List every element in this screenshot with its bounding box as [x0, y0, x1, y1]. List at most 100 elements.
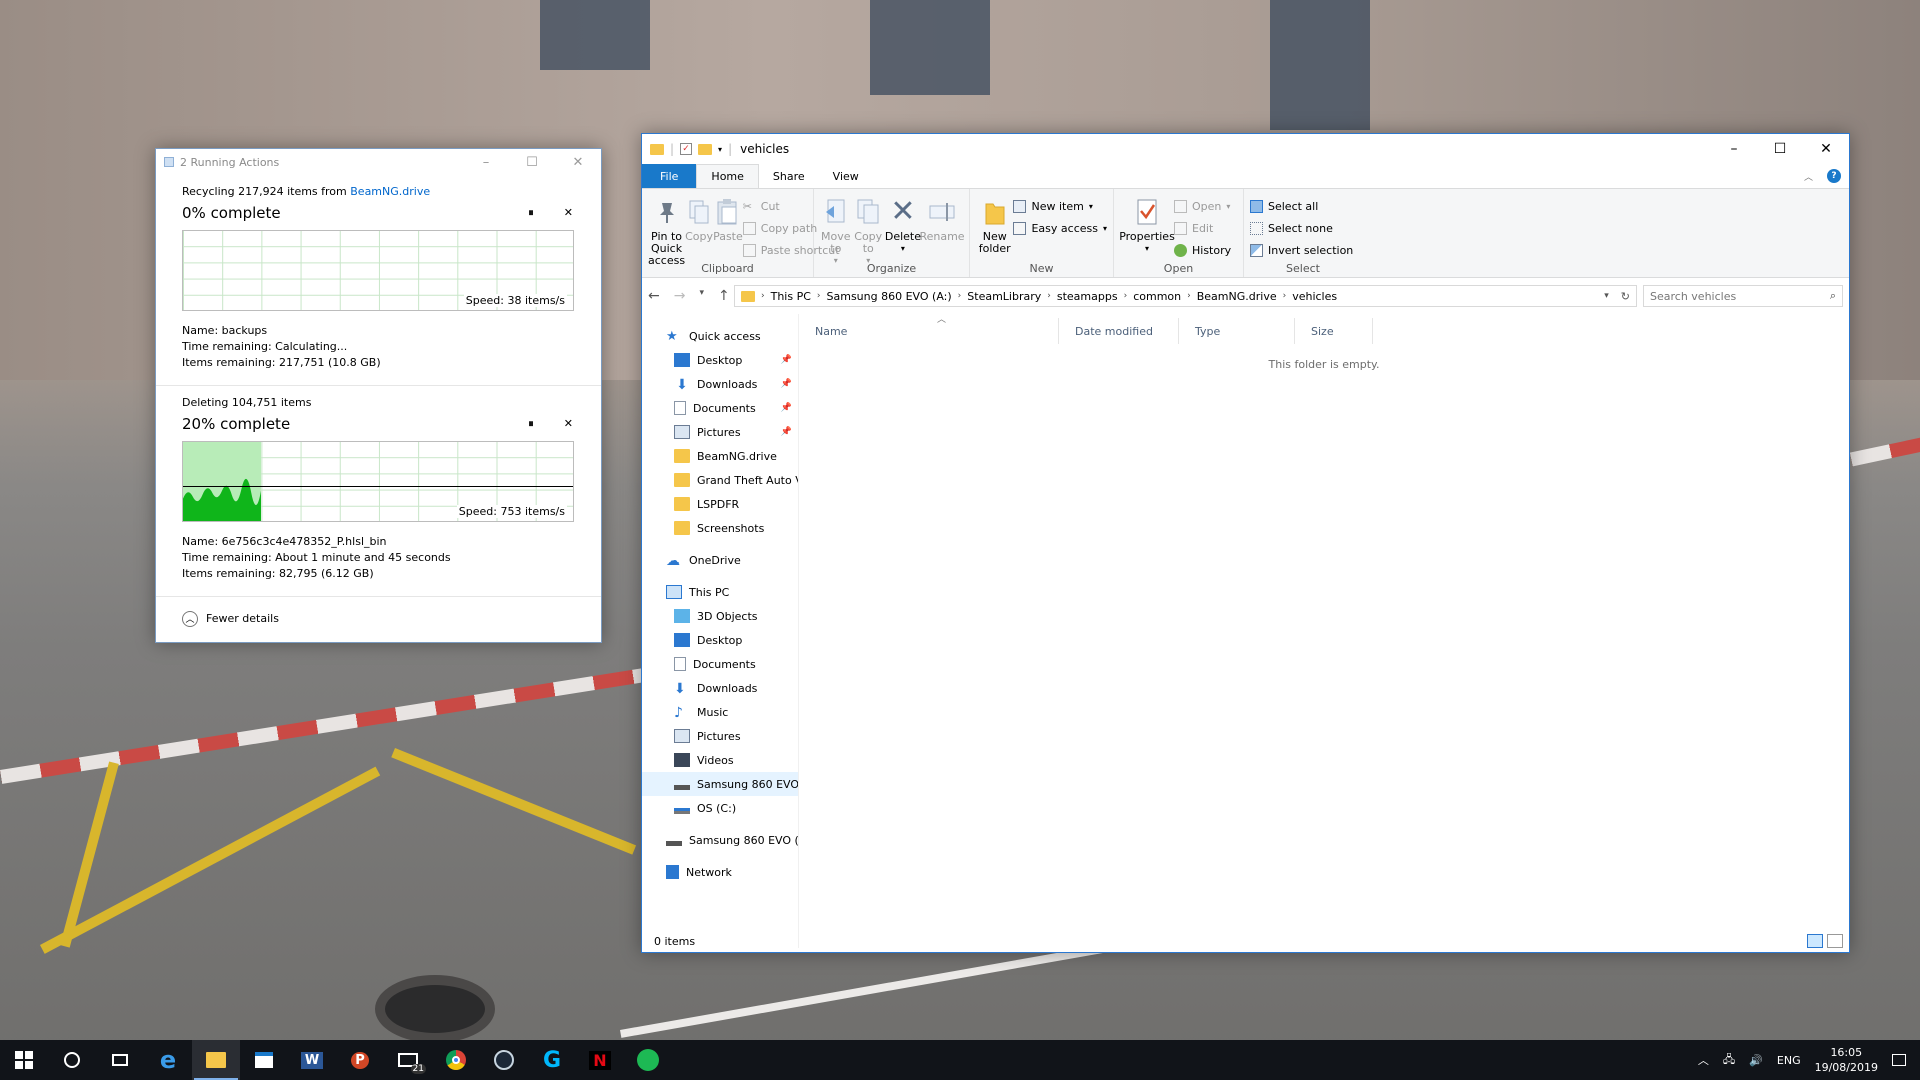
- tab-file[interactable]: File: [642, 164, 697, 188]
- close-button[interactable]: ✕: [1803, 141, 1849, 157]
- column-date-modified[interactable]: Date modified: [1059, 318, 1179, 344]
- chrome-icon[interactable]: [432, 1040, 480, 1080]
- breadcrumb-item[interactable]: SteamLibrary: [967, 290, 1041, 303]
- nav-qa-folder[interactable]: Grand Theft Auto V: [642, 468, 798, 492]
- back-arrow-icon[interactable]: ←: [648, 288, 660, 304]
- nav-qa-pictures[interactable]: Pictures 📌: [642, 420, 798, 444]
- nav-pc-3d-objects[interactable]: 3D Objects: [642, 604, 798, 628]
- windows-start-icon[interactable]: [0, 1040, 48, 1080]
- nav-onedrive[interactable]: ☁ OneDrive: [642, 548, 798, 572]
- edit-button[interactable]: Edit: [1174, 219, 1231, 237]
- documents-icon: [674, 657, 686, 671]
- select-all-button[interactable]: Select all: [1250, 197, 1353, 215]
- invert-selection-button[interactable]: Invert selection: [1250, 241, 1353, 259]
- tab-share[interactable]: Share: [759, 164, 819, 188]
- job-heading: Deleting 104,751 items: [182, 396, 312, 409]
- pause-button[interactable]: ⏸: [528, 417, 534, 431]
- chevron-down-icon[interactable]: ▾: [718, 145, 722, 154]
- breadcrumb[interactable]: › This PC › Samsung 860 EVO (A:) › SteamLi…: [734, 285, 1637, 307]
- tab-home[interactable]: Home: [696, 164, 759, 188]
- task-view-icon[interactable]: [96, 1040, 144, 1080]
- nav-pc-music[interactable]: ♪ Music: [642, 700, 798, 724]
- breadcrumb-item[interactable]: vehicles: [1292, 290, 1337, 303]
- nav-pc-samsung-drive[interactable]: Samsung 860 EVO (: [642, 772, 798, 796]
- minimize-button[interactable]: –: [463, 155, 509, 170]
- nav-pc-documents[interactable]: Documents: [642, 652, 798, 676]
- breadcrumb-item[interactable]: Samsung 860 EVO (A:): [827, 290, 952, 303]
- up-arrow-icon[interactable]: ↑: [718, 288, 730, 304]
- volume-icon[interactable]: 🔊: [1749, 1054, 1763, 1067]
- nav-qa-folder[interactable]: LSPDFR: [642, 492, 798, 516]
- word-icon[interactable]: W: [288, 1040, 336, 1080]
- chevron-down-icon[interactable]: ▾: [1604, 291, 1609, 301]
- store-icon[interactable]: [240, 1040, 288, 1080]
- steam-icon[interactable]: [480, 1040, 528, 1080]
- mail-icon[interactable]: 21: [384, 1040, 432, 1080]
- column-size[interactable]: Size: [1295, 318, 1373, 344]
- cortana-icon[interactable]: [48, 1040, 96, 1080]
- netflix-icon[interactable]: N: [576, 1040, 624, 1080]
- open-icon: [1174, 199, 1187, 213]
- breadcrumb-item[interactable]: steamapps: [1057, 290, 1118, 303]
- spotify-icon[interactable]: [624, 1040, 672, 1080]
- nav-pc-pictures[interactable]: Pictures: [642, 724, 798, 748]
- collapse-ribbon-icon[interactable]: ︿: [1804, 170, 1813, 183]
- cancel-button[interactable]: ✕: [564, 206, 573, 220]
- nav-pc-desktop[interactable]: Desktop: [642, 628, 798, 652]
- nav-pc-os-drive[interactable]: OS (C:): [642, 796, 798, 820]
- breadcrumb-item[interactable]: This PC: [771, 290, 811, 303]
- nav-qa-downloads[interactable]: ⬇ Downloads 📌: [642, 372, 798, 396]
- large-icons-view-icon[interactable]: [1827, 934, 1843, 948]
- chevron-up-icon[interactable]: ︿: [1698, 1052, 1709, 1068]
- open-button[interactable]: Open ▾: [1174, 197, 1231, 215]
- column-type[interactable]: Type: [1179, 318, 1295, 344]
- new-folder-icon[interactable]: [698, 143, 713, 155]
- help-icon[interactable]: ?: [1827, 169, 1841, 183]
- easy-access-button[interactable]: Easy access ▾: [1013, 219, 1107, 237]
- nav-this-pc[interactable]: This PC: [642, 580, 798, 604]
- rename-label: Rename: [919, 230, 965, 243]
- nav-label: Documents: [693, 657, 756, 671]
- powerpoint-icon[interactable]: P: [336, 1040, 384, 1080]
- nav-network[interactable]: Network: [642, 860, 798, 884]
- network-icon[interactable]: 🖧: [1723, 1051, 1735, 1070]
- job-recycling: Recycling 217,924 items from BeamNG.driv…: [156, 185, 601, 371]
- source-folder-link[interactable]: BeamNG.drive: [350, 185, 430, 198]
- nav-quick-access[interactable]: ★ Quick access: [642, 324, 798, 348]
- nav-qa-folder[interactable]: Screenshots: [642, 516, 798, 540]
- tab-view[interactable]: View: [819, 164, 873, 188]
- column-name[interactable]: Name: [799, 318, 1059, 344]
- fewer-details-toggle[interactable]: ︿ Fewer details: [156, 596, 601, 640]
- nav-qa-desktop[interactable]: Desktop 📌: [642, 348, 798, 372]
- nav-samsung-drive[interactable]: Samsung 860 EVO (A: [642, 828, 798, 852]
- nav-label: 3D Objects: [697, 609, 758, 623]
- history-button[interactable]: History: [1174, 241, 1231, 259]
- nav-qa-documents[interactable]: Documents 📌: [642, 396, 798, 420]
- breadcrumb-item[interactable]: common: [1133, 290, 1181, 303]
- select-none-button[interactable]: Select none: [1250, 219, 1353, 237]
- recent-locations-icon[interactable]: ▾: [699, 288, 704, 304]
- breadcrumb-item[interactable]: BeamNG.drive: [1197, 290, 1277, 303]
- refresh-icon[interactable]: ↻: [1615, 290, 1636, 303]
- properties-icon[interactable]: ✓: [680, 143, 693, 155]
- logitech-icon[interactable]: G: [528, 1040, 576, 1080]
- cancel-button[interactable]: ✕: [564, 417, 573, 431]
- new-item-button[interactable]: New item ▾: [1013, 197, 1107, 215]
- minimize-button[interactable]: –: [1711, 141, 1757, 157]
- maximize-button[interactable]: ☐: [1757, 141, 1803, 157]
- edge-icon[interactable]: e: [144, 1040, 192, 1080]
- status-bar: 0 items: [642, 930, 1849, 952]
- close-button[interactable]: ✕: [555, 155, 601, 170]
- action-center-icon[interactable]: [1892, 1054, 1906, 1066]
- nav-qa-folder[interactable]: BeamNG.drive: [642, 444, 798, 468]
- clock[interactable]: 16:05 19/08/2019: [1815, 1045, 1878, 1075]
- file-explorer-icon[interactable]: [192, 1040, 240, 1080]
- search-input[interactable]: Search vehicles ⌕: [1643, 285, 1843, 307]
- details-view-icon[interactable]: [1807, 934, 1823, 948]
- language-indicator[interactable]: ENG: [1777, 1054, 1801, 1067]
- pause-button[interactable]: ⏸: [528, 206, 534, 220]
- nav-pc-downloads[interactable]: ⬇ Downloads: [642, 676, 798, 700]
- nav-pc-videos[interactable]: Videos: [642, 748, 798, 772]
- new-item-icon: [1013, 199, 1027, 213]
- forward-arrow-icon[interactable]: →: [674, 288, 686, 304]
